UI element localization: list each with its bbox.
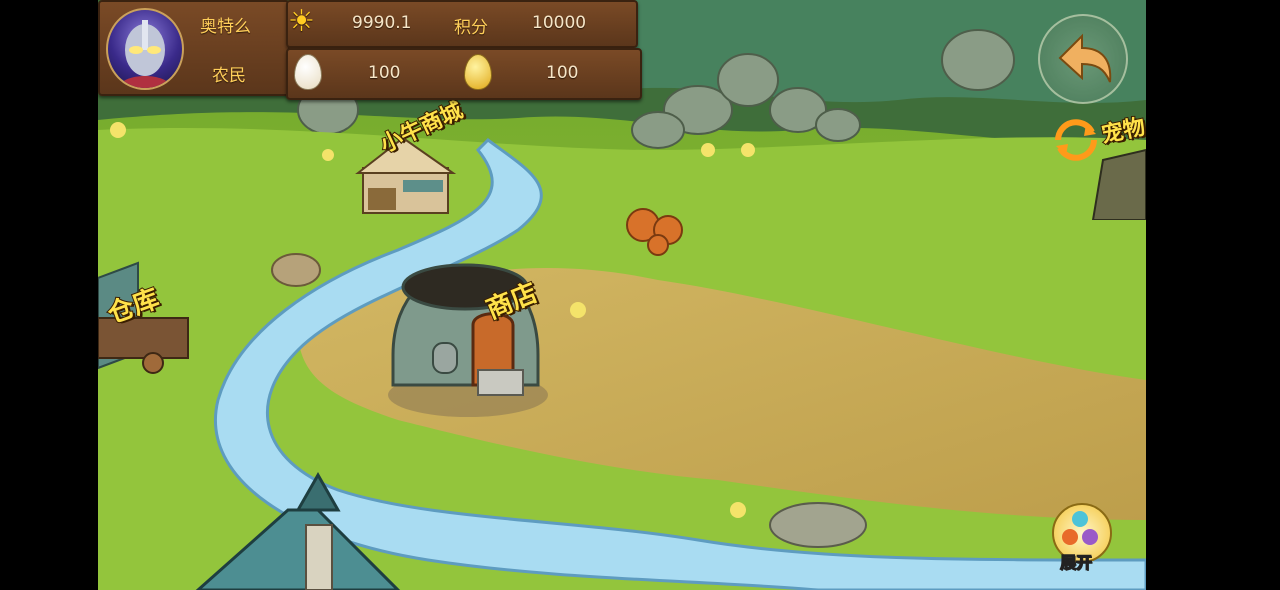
expand-button[interactable]: 展开 bbox=[1050, 503, 1112, 575]
resources-panel: ☀ 9990.1 积分 10000 bbox=[286, 0, 638, 48]
refresh-button[interactable] bbox=[1046, 110, 1106, 170]
score-value: 10000 bbox=[532, 13, 587, 33]
house-building-icon bbox=[195, 471, 401, 590]
sun-icon: ☀ bbox=[288, 4, 315, 39]
back-arrow-icon bbox=[1058, 33, 1112, 83]
golden-egg-value: 100 bbox=[546, 63, 579, 83]
sun-value: 9990.1 bbox=[352, 13, 412, 33]
back-button[interactable] bbox=[1038, 14, 1128, 104]
player-name: 奥特么 bbox=[200, 17, 251, 37]
letterbox-left bbox=[0, 0, 98, 590]
white-egg-icon bbox=[294, 54, 322, 90]
house-building[interactable] bbox=[168, 470, 438, 590]
eggs-panel: 100 100 bbox=[286, 48, 642, 100]
player-title: 农民 bbox=[212, 66, 246, 86]
player-avatar[interactable] bbox=[106, 8, 184, 90]
golden-egg-icon bbox=[464, 54, 492, 90]
score-label: 积分 bbox=[454, 18, 488, 38]
player-info-panel: 奥特么 农民 bbox=[98, 0, 290, 96]
game-viewport[interactable]: 小牛商城 商店 仓库 奥特么 农民 ☀ 9990.1 积分 10000 100 … bbox=[98, 0, 1146, 590]
letterbox-right bbox=[1146, 0, 1280, 590]
white-egg-value: 100 bbox=[368, 63, 401, 83]
refresh-icon bbox=[1055, 119, 1097, 161]
expand-label: 展开 bbox=[1059, 553, 1093, 573]
ultraman-avatar-icon bbox=[118, 20, 172, 88]
